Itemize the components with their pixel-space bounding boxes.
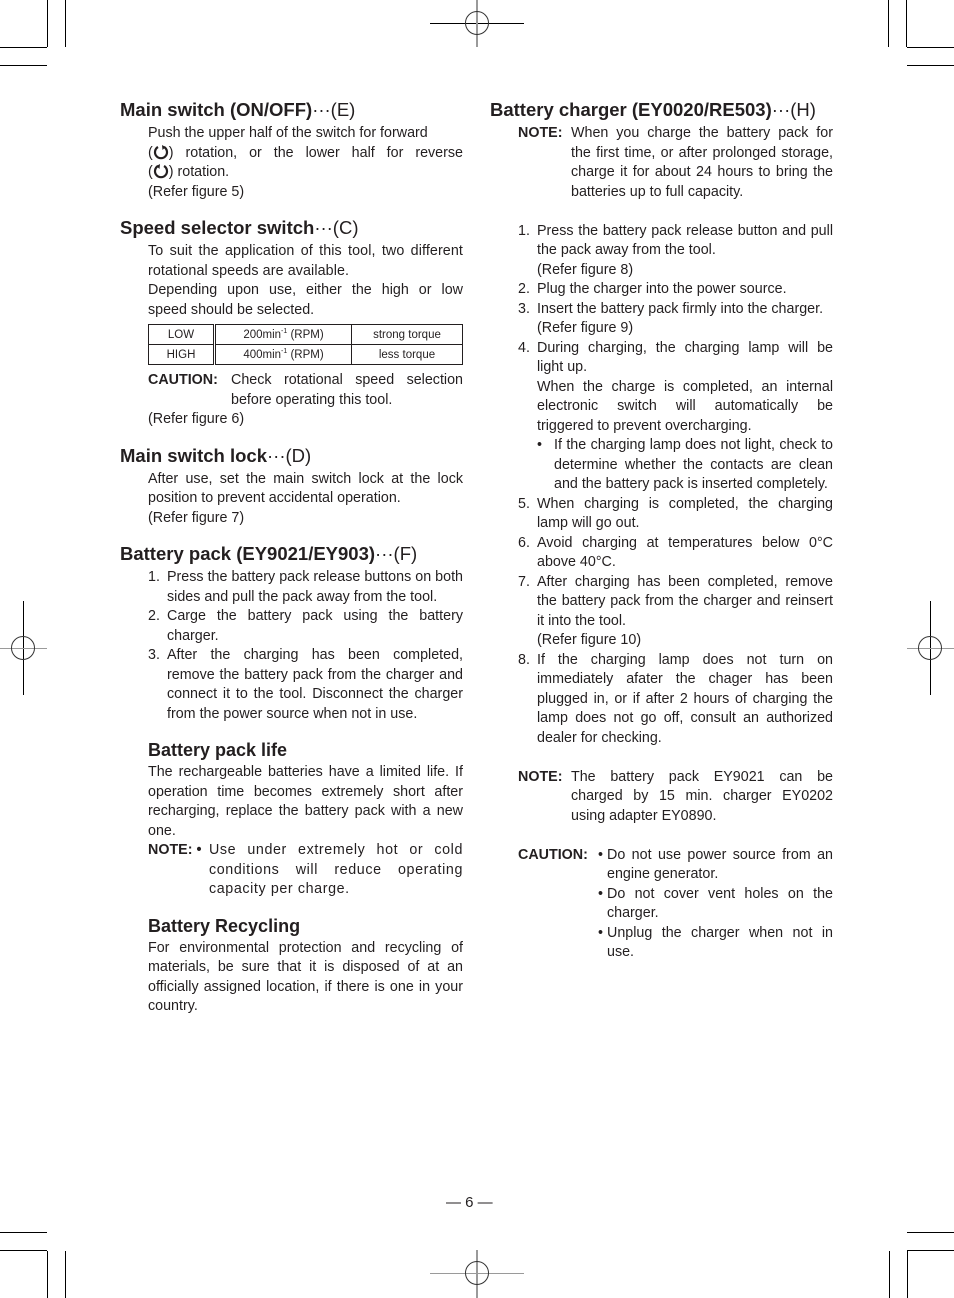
list-item: 7. After charging has been completed, rem… xyxy=(518,573,833,649)
bullet-item: • Do not cover vent holes on the charger. xyxy=(598,885,833,922)
section-main-switch: Main switch (ON/OFF)···(E) Push the uppe… xyxy=(120,99,463,202)
caution: CAUTION: • Do not use power source from a… xyxy=(518,846,833,963)
speed-value: 400min-1 (RPM) xyxy=(214,344,352,365)
list-item: 4. During charging, the charging lamp wi… xyxy=(518,339,833,495)
section-title: Battery Recycling xyxy=(148,915,301,936)
paragraph: Depending upon use, either the high or l… xyxy=(148,282,463,318)
figure-reference: (Refer figure 7) xyxy=(148,509,245,526)
paragraph: To suit the application of this tool, tw… xyxy=(148,243,463,279)
section-title: Battery pack (EY9021/EY903)···(F) xyxy=(120,543,418,564)
section-title: Main switch (ON/OFF)···(E) xyxy=(120,99,356,120)
crop-mark xyxy=(907,1250,954,1251)
list-item: 2. Carge the battery pack using the batte… xyxy=(148,608,463,644)
section-battery-pack: Battery pack (EY9021/EY903)···(F) 1. Pres… xyxy=(120,543,463,724)
crop-mark xyxy=(47,1251,48,1298)
page-number: — 6 — xyxy=(446,1194,493,1211)
section-speed-selector: Speed selector switch···(C) To suit the … xyxy=(120,217,463,430)
crop-mark xyxy=(907,1232,954,1233)
section-pack-life: Battery pack life The rechargeable batte… xyxy=(120,739,463,900)
list-item: 2. Plug the charger into the power source… xyxy=(518,281,787,297)
crop-mark xyxy=(65,1251,66,1298)
list-item: 3. After the charging has been completed,… xyxy=(148,647,463,722)
section-recycling: Battery Recycling For environmental prot… xyxy=(120,915,463,1017)
left-column: Main switch (ON/OFF)···(E) Push the uppe… xyxy=(120,99,463,1017)
crop-mark xyxy=(0,65,47,66)
list-item: 8. If the charging lamp does not turn on … xyxy=(518,651,833,746)
paragraph: () rotation. xyxy=(148,163,230,180)
crop-mark xyxy=(906,0,907,47)
crop-mark xyxy=(0,1232,47,1233)
list-item: 1. Press the battery pack release button … xyxy=(518,222,833,278)
speed-value: 200min-1 (RPM) xyxy=(214,324,352,345)
section-title: Main switch lock···(D) xyxy=(120,444,312,466)
list-item: 5. When charging is completed, the chargi… xyxy=(518,495,833,532)
torque: less torque xyxy=(351,344,463,365)
note: NOTE: The battery pack EY9021 can be cha… xyxy=(518,768,833,824)
counterclockwise-arrow-icon xyxy=(153,163,169,179)
section-title: Battery charger (EY0020/RE503)···(H) xyxy=(490,99,816,120)
caution: CAUTION: Check rotational speed selectio… xyxy=(148,372,463,408)
paragraph: For environmental protection and recycli… xyxy=(148,939,463,1015)
crop-mark xyxy=(0,1250,47,1251)
crop-mark xyxy=(47,0,48,47)
table-row: LOW 200min-1 (RPM) strong torque xyxy=(148,324,463,345)
figure-reference: (Refer figure 6) xyxy=(148,411,245,427)
note: NOTE: When you charge the battery pack f… xyxy=(518,125,833,200)
torque: strong torque xyxy=(351,324,463,345)
figure-reference: (Refer figure 5) xyxy=(148,183,245,200)
paragraph: The rechargeable batteries have a limite… xyxy=(148,764,463,839)
bullet-item: • Do not use power source from an engine … xyxy=(598,846,833,883)
list-item: 1. Press the battery pack release buttons… xyxy=(148,569,463,605)
bullet-item: • Unplug the charger when not in use. xyxy=(598,924,833,961)
list-item: 3. Insert the battery pack firmly into th… xyxy=(518,300,824,337)
registration-circle xyxy=(918,636,942,660)
registration-circle xyxy=(465,11,489,35)
section-title: Battery pack life xyxy=(148,740,288,760)
speed-table: LOW 200min-1 (RPM) strong torque HIGH 40… xyxy=(148,324,463,365)
crop-mark xyxy=(907,1251,908,1298)
right-column: Battery charger (EY0020/RE503)···(H) NOT… xyxy=(490,99,833,963)
list-item: 6. Avoid charging at temperatures below 0… xyxy=(518,534,833,571)
note: NOTE: • Use under extremely hot or cold … xyxy=(148,842,463,897)
crop-mark xyxy=(889,1251,890,1298)
table-row: HIGH 400min-1 (RPM) less torque xyxy=(148,344,463,365)
registration-circle xyxy=(11,636,35,660)
crop-mark xyxy=(907,65,954,66)
section-title: Speed selector switch···(C) xyxy=(120,217,359,238)
paragraph: After use, set the main switch lock at t… xyxy=(148,470,463,507)
paragraph: Push the upper half of the switch for fo… xyxy=(148,125,428,141)
registration-circle xyxy=(465,1261,489,1285)
speed-mode: HIGH xyxy=(148,344,216,365)
paragraph: () rotation, or the lower half for rever… xyxy=(148,144,463,161)
section-switch-lock: Main switch lock···(D) After use, set th… xyxy=(120,445,463,529)
crop-mark xyxy=(65,0,66,47)
crop-mark xyxy=(0,47,47,48)
bullet-item: • If the charging lamp does not light, ch… xyxy=(537,437,833,492)
clockwise-arrow-icon xyxy=(153,144,169,160)
crop-mark xyxy=(888,0,889,47)
speed-mode: LOW xyxy=(148,324,216,345)
crop-mark xyxy=(907,47,954,48)
